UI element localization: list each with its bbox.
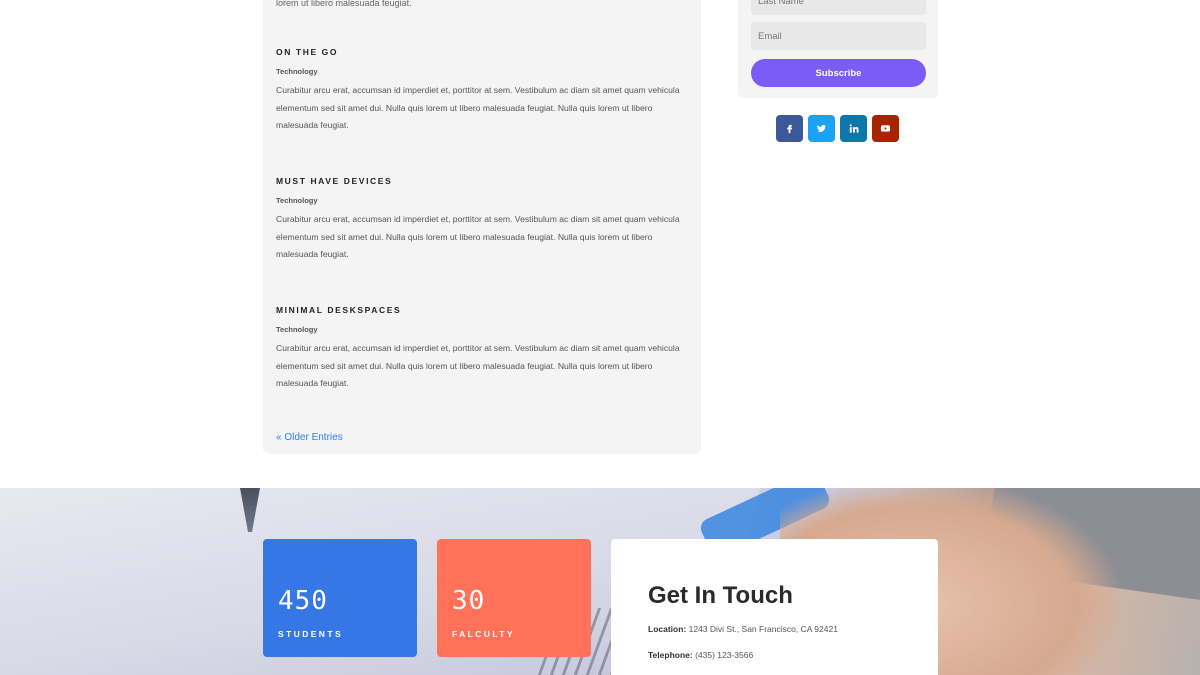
- post-title[interactable]: MUST HAVE DEVICES: [276, 176, 691, 186]
- telephone-label: Telephone:: [648, 650, 693, 660]
- contact-title: Get In Touch: [648, 582, 793, 609]
- post-title[interactable]: MINIMAL DESKSPACES: [276, 305, 691, 315]
- post-title[interactable]: ON THE GO: [276, 47, 691, 57]
- post-excerpt: Curabitur arcu erat, accumsan id imperdi…: [276, 85, 680, 130]
- telephone-value: (435) 123-3566: [695, 650, 754, 660]
- email-field[interactable]: [751, 22, 926, 50]
- contact-location: Location: 1243 Divi St., San Francisco, …: [648, 624, 838, 634]
- stat-card-students: 450 STUDENTS: [263, 539, 417, 657]
- youtube-icon[interactable]: [872, 115, 899, 142]
- cut-excerpt: lorem ut libero malesuada feugiat.: [276, 0, 412, 8]
- last-name-field[interactable]: [751, 0, 926, 15]
- post-excerpt: Curabitur arcu erat, accumsan id imperdi…: [276, 214, 680, 259]
- contact-card: Get In Touch Location: 1243 Divi St., Sa…: [611, 539, 938, 675]
- newsletter-signup-form: Subscribe: [738, 0, 938, 98]
- stat-label: STUDENTS: [278, 629, 344, 639]
- stat-label: FALCULTY: [452, 629, 515, 639]
- stat-number: 30: [452, 586, 486, 616]
- twitter-icon[interactable]: [808, 115, 835, 142]
- location-label: Location:: [648, 624, 687, 634]
- post-item: MUST HAVE DEVICES Technology Curabitur a…: [276, 176, 691, 264]
- location-value: 1243 Divi St., San Francisco, CA 92421: [688, 624, 838, 634]
- stats-hero-section: 450 STUDENTS 30 FALCULTY Get In Touch Lo…: [0, 488, 1200, 675]
- facebook-icon[interactable]: [776, 115, 803, 142]
- post-item: ON THE GO Technology Curabitur arcu erat…: [276, 47, 691, 135]
- post-category[interactable]: Technology: [276, 196, 691, 205]
- post-category[interactable]: Technology: [276, 67, 691, 76]
- subscribe-button[interactable]: Subscribe: [751, 59, 926, 87]
- social-links: [776, 115, 899, 142]
- post-item: MINIMAL DESKSPACES Technology Curabitur …: [276, 305, 691, 393]
- older-entries-link[interactable]: « Older Entries: [276, 432, 343, 443]
- post-category[interactable]: Technology: [276, 325, 691, 334]
- posts-panel: lorem ut libero malesuada feugiat. ON TH…: [263, 0, 701, 454]
- linkedin-icon[interactable]: [840, 115, 867, 142]
- post-excerpt: Curabitur arcu erat, accumsan id imperdi…: [276, 343, 680, 388]
- stat-card-faculty: 30 FALCULTY: [437, 539, 591, 657]
- stat-number: 450: [278, 586, 328, 616]
- contact-telephone: Telephone: (435) 123-3566: [648, 650, 753, 660]
